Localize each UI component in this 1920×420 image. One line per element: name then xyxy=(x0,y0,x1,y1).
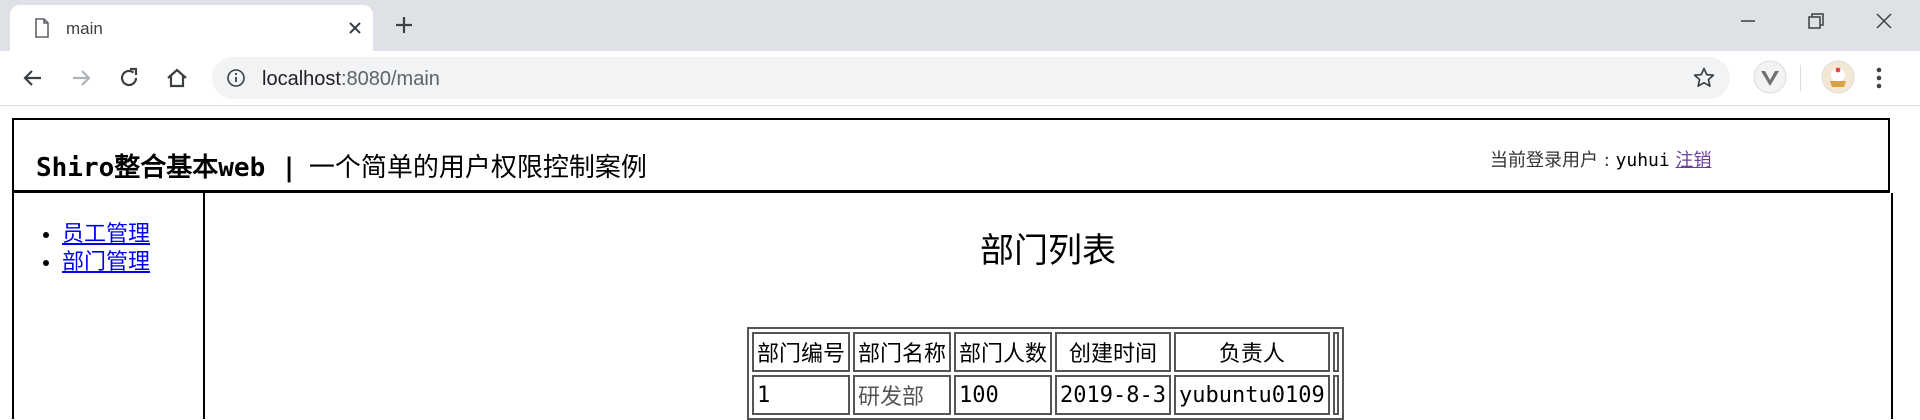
username: yuhui xyxy=(1615,150,1670,171)
user-label: 当前登录用户 : xyxy=(1490,150,1610,171)
employee-management-link[interactable]: 员工管理 xyxy=(62,222,150,247)
column-header: 部门编号 xyxy=(752,332,851,372)
department-management-link[interactable]: 部门管理 xyxy=(62,250,150,275)
avatar-icon[interactable] xyxy=(1820,59,1856,95)
tab-strip: main xyxy=(0,0,1920,51)
home-icon[interactable] xyxy=(164,65,190,91)
table-header-row: 部门编号 部门名称 部门人数 创建时间 负责人 xyxy=(752,332,1339,372)
menu-dots-icon[interactable] xyxy=(1874,65,1884,91)
site-title-separator: | xyxy=(281,153,297,183)
empty-header-cell xyxy=(1332,332,1339,372)
department-table: 部门编号 部门名称 部门人数 创建时间 负责人 1 研发部 100 2019-8… xyxy=(747,327,1344,420)
sidebar-item-departments: 部门管理 xyxy=(62,249,203,277)
sidebar: 员工管理 部门管理 xyxy=(12,193,205,419)
table-cell: 1 xyxy=(752,375,851,415)
page-title: 部门列表 xyxy=(980,231,1116,271)
table-cell: 研发部 xyxy=(853,375,952,415)
new-tab-icon[interactable] xyxy=(393,14,415,36)
column-header: 创建时间 xyxy=(1055,332,1172,372)
site-subtitle: 一个简单的用户权限控制案例 xyxy=(308,153,647,183)
forward-icon[interactable] xyxy=(68,65,94,91)
vue-devtools-icon[interactable] xyxy=(1752,59,1788,95)
site-title-prefix: Shiro整合基本web xyxy=(36,153,266,183)
address-bar[interactable]: localhost:8080/main xyxy=(212,57,1730,99)
bookmark-star-icon[interactable] xyxy=(1692,66,1716,90)
page-header: Shiro整合基本web | 一个简单的用户权限控制案例 当前登录用户 : yuhu… xyxy=(12,118,1890,193)
table-cell: 100 xyxy=(954,375,1053,415)
table-row: 1 研发部 100 2019-8-3 yubuntu0109 xyxy=(752,375,1339,415)
minimize-icon[interactable] xyxy=(1738,11,1758,31)
column-header: 负责人 xyxy=(1174,332,1330,372)
site-title: Shiro整合基本web | 一个简单的用户权限控制案例 xyxy=(36,147,647,184)
url-path: :8080/main xyxy=(340,68,440,90)
column-header: 部门名称 xyxy=(853,332,952,372)
logout-link[interactable]: 注销 xyxy=(1675,150,1711,171)
back-icon[interactable] xyxy=(20,65,46,91)
browser-tab[interactable]: main xyxy=(10,5,373,51)
info-icon[interactable] xyxy=(226,68,246,88)
table-cell: 2019-8-3 xyxy=(1055,375,1172,415)
tab-title: main xyxy=(66,19,103,38)
toolbar-separator xyxy=(1800,65,1801,91)
page-icon xyxy=(34,18,50,38)
empty-cell xyxy=(1332,375,1339,415)
reload-icon[interactable] xyxy=(116,65,142,91)
main-content: 部门列表 部门编号 部门名称 部门人数 创建时间 负责人 1 研发部 100 2… xyxy=(205,193,1893,420)
url-host: localhost xyxy=(262,68,341,90)
user-info: 当前登录用户 : yuhui 注销 xyxy=(1490,146,1711,172)
url-text[interactable]: localhost:8080/main xyxy=(262,68,440,91)
sidebar-item-employees: 员工管理 xyxy=(62,221,203,249)
restore-icon[interactable] xyxy=(1806,11,1826,31)
column-header: 部门人数 xyxy=(954,332,1053,372)
browser-toolbar: localhost:8080/main xyxy=(0,51,1920,106)
close-tab-icon[interactable] xyxy=(346,19,364,37)
sidebar-menu: 员工管理 部门管理 xyxy=(14,221,203,277)
table-cell: yubuntu0109 xyxy=(1174,375,1330,415)
close-window-icon[interactable] xyxy=(1874,11,1894,31)
